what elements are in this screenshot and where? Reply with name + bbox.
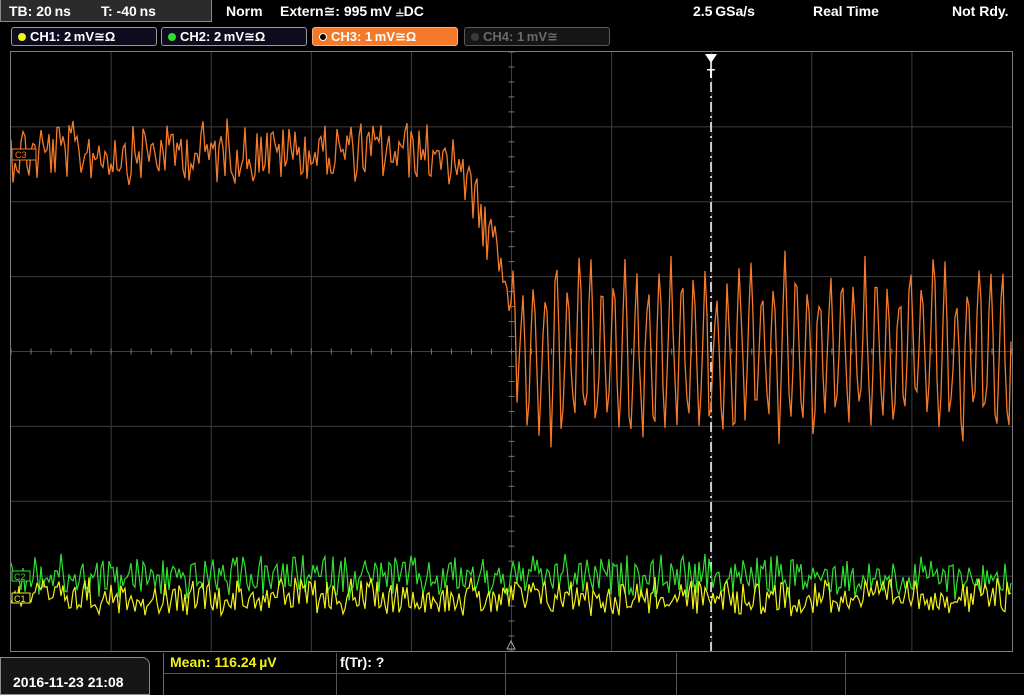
bottom-bar: 2016-11-23 21:08 Mean: 116.24 µV f(Tr): … <box>0 653 1024 695</box>
channel-2-label: CH2: 2 mV≅Ω <box>180 29 266 44</box>
timebase-box[interactable]: TB: 20 ns T: -40 ns <box>0 0 212 22</box>
channel-3-label: CH3: 1 mV≅Ω <box>331 29 417 44</box>
channel-bar: CH1: 2 mV≅Ω CH2: 2 mV≅Ω CH3: 1 mV≅Ω CH4:… <box>0 26 1024 48</box>
channel-3-dot-icon <box>319 33 327 41</box>
channel-1-label: CH1: 2 mV≅Ω <box>30 29 116 44</box>
date-time: 2016-11-23 21:08 <box>0 657 150 695</box>
trigger-marker: T <box>707 66 715 81</box>
channel-1-dot-icon <box>18 33 26 41</box>
measurement-divider <box>676 653 677 695</box>
acquisition-mode: Real Time <box>813 3 879 19</box>
acquisition-status: Not Rdy. <box>952 3 1009 19</box>
channel-3-ref-label: C3 <box>15 150 27 160</box>
channel-2-dot-icon <box>168 33 176 41</box>
trigger-arrow-icon <box>705 54 717 63</box>
channel-4-dot-icon <box>471 33 479 41</box>
trigger-source[interactable]: Extern≅: 995 mV ⫨DC <box>280 3 424 20</box>
waveform-display[interactable]: T C3 C2 C1 <box>10 51 1013 652</box>
measurement-panel[interactable]: Mean: 116.24 µV f(Tr): ? <box>163 653 1024 695</box>
sample-rate: 2.5 GSa/s <box>693 3 755 19</box>
channel-4-label: CH4: 1 mV≅ <box>483 29 558 44</box>
ftr-measurement: f(Tr): ? <box>340 654 385 670</box>
channel-3-tab[interactable]: CH3: 1 mV≅Ω <box>312 27 458 46</box>
measurement-divider <box>505 653 506 695</box>
channel-2-ref-label: C2 <box>14 572 26 582</box>
trigger-time-value: T: -40 ns <box>101 3 156 19</box>
channel-2-tab[interactable]: CH2: 2 mV≅Ω <box>161 27 307 46</box>
timebase-value: TB: 20 ns <box>9 3 71 19</box>
measurement-divider <box>336 653 337 695</box>
measurement-divider <box>164 673 1024 674</box>
waveform-canvas: T C3 C2 C1 <box>11 52 1012 651</box>
channel-1-ref-label: C1 <box>14 594 26 604</box>
measurement-divider <box>845 653 846 695</box>
top-status-bar: TB: 20 ns T: -40 ns Norm Extern≅: 995 mV… <box>0 0 1024 24</box>
channel-4-tab[interactable]: CH4: 1 mV≅ <box>464 27 610 46</box>
mean-measurement: Mean: 116.24 µV <box>170 654 277 670</box>
channel-1-tab[interactable]: CH1: 2 mV≅Ω <box>11 27 157 46</box>
trigger-mode[interactable]: Norm <box>226 3 263 19</box>
